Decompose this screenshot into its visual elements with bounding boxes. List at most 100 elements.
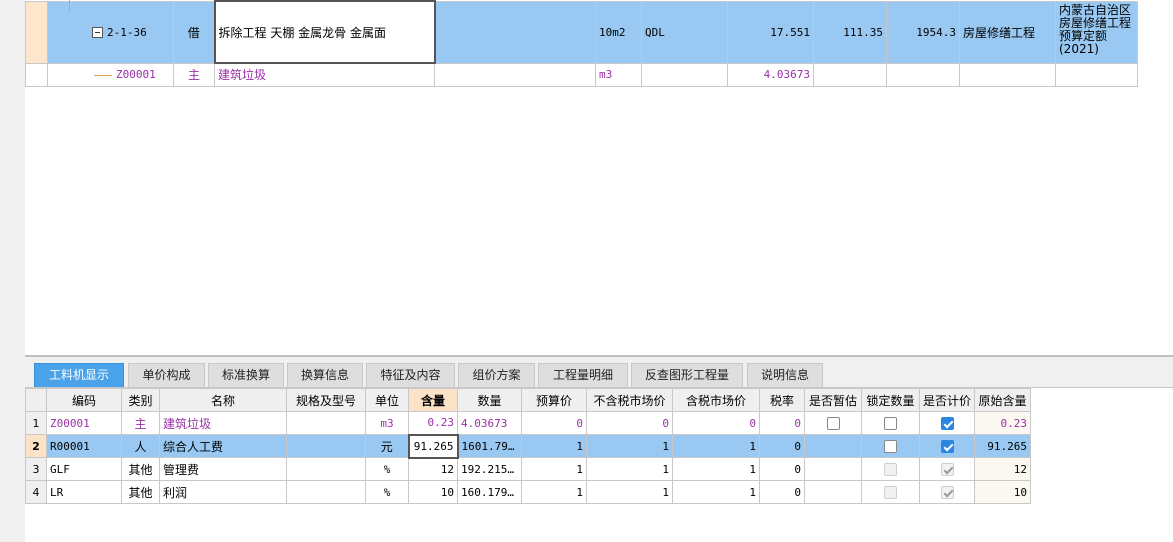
- tax-rate-cell[interactable]: 0: [759, 457, 805, 481]
- tab-reverse-graphic-quantity[interactable]: 反查图形工程量: [631, 363, 743, 387]
- code-cell[interactable]: LR: [46, 480, 122, 504]
- collapse-icon[interactable]: [92, 27, 103, 38]
- col-header-category[interactable]: 类别: [121, 388, 160, 412]
- market-price-ex-tax-cell[interactable]: 0: [586, 411, 673, 435]
- row-number[interactable]: 1: [25, 411, 47, 435]
- code-cell[interactable]: GLF: [46, 457, 122, 481]
- spec-cell[interactable]: [286, 434, 366, 458]
- lock-quantity-checkbox[interactable]: [884, 417, 897, 430]
- original-content-cell[interactable]: 10: [974, 480, 1032, 504]
- lock-quantity-checkbox[interactable]: [884, 440, 897, 453]
- col-header-market-price-ex-tax[interactable]: 不含税市场价: [586, 388, 673, 412]
- priced-cell[interactable]: [918, 434, 976, 458]
- qty-expr-cell[interactable]: [641, 62, 728, 87]
- col-header-name[interactable]: 名称: [159, 388, 287, 412]
- lock-quantity-checkbox[interactable]: [884, 486, 897, 499]
- row-indicator[interactable]: [25, 62, 48, 87]
- tab-standard-conversion[interactable]: 标准换算: [208, 363, 284, 387]
- priced-cell[interactable]: [918, 457, 976, 481]
- budget-price-cell[interactable]: 1: [521, 480, 587, 504]
- qty-cell[interactable]: 17.551: [727, 0, 814, 64]
- quantity-cell[interactable]: 4.03673: [457, 411, 522, 435]
- lock-quantity-cell[interactable]: [861, 480, 920, 504]
- material-row[interactable]: Z00001 主 建筑垃圾 m3 4.03673: [25, 62, 1138, 87]
- budget-price-cell[interactable]: 0: [521, 411, 587, 435]
- tab-conversion-info[interactable]: 换算信息: [287, 363, 363, 387]
- code-cell[interactable]: R00001: [46, 434, 122, 458]
- col-header-content[interactable]: 含量: [408, 388, 458, 412]
- market-price-inc-tax-cell[interactable]: 1: [672, 457, 760, 481]
- content-cell[interactable]: 0.23: [408, 411, 458, 435]
- col-header-spec[interactable]: 规格及型号: [286, 388, 366, 412]
- lock-quantity-cell[interactable]: [861, 457, 920, 481]
- col-header-market-price-inc-tax[interactable]: 含税市场价: [672, 388, 760, 412]
- category-cell[interactable]: 主: [121, 411, 160, 435]
- col-header-code[interactable]: 编码: [46, 388, 122, 412]
- total-cell[interactable]: [886, 62, 960, 87]
- corner-cell[interactable]: [25, 388, 47, 412]
- market-price-inc-tax-cell[interactable]: 0: [672, 411, 760, 435]
- provisional-cell[interactable]: [804, 457, 862, 481]
- category-cell[interactable]: 其他: [121, 480, 160, 504]
- lock-quantity-cell[interactable]: [861, 411, 920, 435]
- profession-cell[interactable]: [959, 62, 1056, 87]
- col-header-quantity[interactable]: 数量: [457, 388, 522, 412]
- provisional-cell[interactable]: [804, 411, 862, 435]
- col-header-tax-rate[interactable]: 税率: [759, 388, 805, 412]
- table-row[interactable]: 4 LR 其他 利润 % 10 160.179… 1 1 1 0 10: [25, 480, 1032, 504]
- unit-cell[interactable]: 10m2: [595, 0, 642, 64]
- market-price-inc-tax-cell[interactable]: 1: [672, 480, 760, 504]
- market-price-ex-tax-cell[interactable]: 1: [586, 434, 673, 458]
- content-cell[interactable]: 91.265: [407, 433, 459, 459]
- quota-book-cell[interactable]: [1055, 62, 1138, 87]
- original-content-cell[interactable]: 12: [974, 457, 1032, 481]
- tax-rate-cell[interactable]: 0: [759, 434, 805, 458]
- lock-quantity-checkbox[interactable]: [884, 463, 897, 476]
- type-cell[interactable]: 借: [173, 0, 215, 64]
- tab-labor-material-machine[interactable]: 工料机显示: [34, 363, 124, 387]
- tab-features-content[interactable]: 特征及内容: [366, 363, 455, 387]
- name-cell[interactable]: 管理费: [159, 457, 287, 481]
- priced-cell[interactable]: [918, 411, 976, 435]
- quantity-cell[interactable]: 1601.79…: [457, 434, 522, 458]
- code-cell[interactable]: Z00001: [46, 411, 122, 435]
- quota-row[interactable]: 2-1-36 借 拆除工程 天棚 金属龙骨 金属面 10m2 QDL 17.55…: [25, 0, 1138, 64]
- priced-checkbox[interactable]: [940, 486, 954, 499]
- spec-cell[interactable]: [286, 411, 366, 435]
- market-price-ex-tax-cell[interactable]: 1: [586, 457, 673, 481]
- budget-price-cell[interactable]: 1: [521, 457, 587, 481]
- col-header-budget-price[interactable]: 预算价: [521, 388, 587, 412]
- total-cell[interactable]: 1954.3: [886, 0, 960, 64]
- content-cell[interactable]: 10: [408, 480, 458, 504]
- table-row[interactable]: 1 Z00001 主 建筑垃圾 m3 0.23 4.03673 0 0 0 0 …: [25, 411, 1032, 435]
- provisional-cell[interactable]: [804, 480, 862, 504]
- quota-book-cell[interactable]: 内蒙古自治区房屋修缮工程预算定额(2021): [1055, 0, 1138, 64]
- name-cell[interactable]: 综合人工费: [159, 434, 287, 458]
- profession-cell[interactable]: 房屋修缮工程: [959, 0, 1056, 64]
- priced-checkbox[interactable]: [940, 417, 954, 430]
- unit-cell[interactable]: %: [365, 480, 409, 504]
- budget-price-cell[interactable]: 1: [521, 434, 587, 458]
- quantity-cell[interactable]: 160.179…: [457, 480, 522, 504]
- original-content-cell[interactable]: 91.265: [974, 434, 1032, 458]
- spec-cell[interactable]: [434, 62, 596, 87]
- unit-cell[interactable]: m3: [365, 411, 409, 435]
- col-header-unit[interactable]: 单位: [365, 388, 409, 412]
- table-row[interactable]: 2 R00001 人 综合人工费 元 91.265 1601.79… 1 1 1…: [25, 433, 1032, 459]
- col-header-priced[interactable]: 是否计价: [918, 388, 976, 412]
- row-number[interactable]: 3: [25, 457, 47, 481]
- row-number[interactable]: 4: [25, 480, 47, 504]
- name-cell[interactable]: 利润: [159, 480, 287, 504]
- col-header-original-content[interactable]: 原始含量: [974, 388, 1032, 412]
- provisional-checkbox[interactable]: [826, 417, 840, 430]
- priced-checkbox[interactable]: [940, 440, 954, 453]
- unit-price-cell[interactable]: [813, 62, 887, 87]
- spec-cell[interactable]: [434, 0, 596, 64]
- row-number[interactable]: 2: [25, 434, 47, 458]
- unit-cell[interactable]: m3: [595, 62, 642, 87]
- spec-cell[interactable]: [286, 480, 366, 504]
- priced-checkbox[interactable]: [940, 463, 954, 476]
- col-header-lock-quantity[interactable]: 锁定数量: [861, 388, 920, 412]
- name-cell[interactable]: 拆除工程 天棚 金属龙骨 金属面: [213, 0, 436, 64]
- unit-cell[interactable]: %: [365, 457, 409, 481]
